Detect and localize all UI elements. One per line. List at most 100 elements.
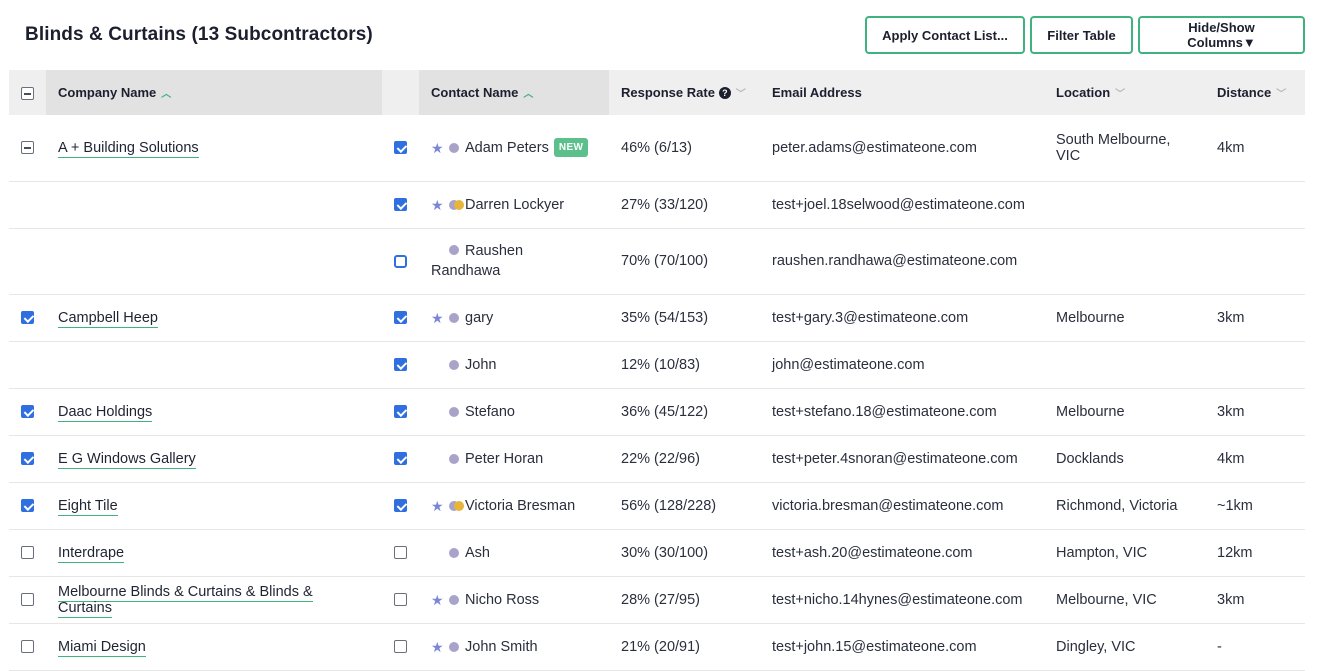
contact-select-cell [382, 388, 419, 436]
contact-checkbox[interactable] [394, 593, 407, 607]
company-name-cell: Eight Tile [46, 482, 382, 530]
contact-name-cell: ★ John Smith [431, 639, 597, 655]
company-select-cell [9, 576, 46, 624]
contact-name-cell: Stefano [431, 404, 597, 420]
contact-checkbox[interactable] [394, 405, 407, 419]
contact-name-cell: ★ Darren Lockyer [431, 197, 597, 213]
response-rate-cell: 27% (33/120) [609, 181, 760, 229]
column-header-label: Email Address [772, 85, 862, 100]
contact-name: Raushen [465, 243, 524, 259]
company-link[interactable]: Eight Tile [58, 497, 118, 516]
distance-cell [1205, 228, 1305, 295]
company-link[interactable]: Interdrape [58, 544, 125, 563]
contact-checkbox[interactable] [394, 452, 407, 466]
hide-show-columns-button[interactable]: Hide/Show Columns▼ [1138, 16, 1305, 54]
company-name-cell: Daac Holdings [46, 388, 382, 436]
column-header-label: Response Rate [621, 85, 715, 100]
company-select-cell [9, 294, 46, 342]
location-cell: Docklands [1044, 435, 1205, 483]
status-dot-icon [454, 500, 464, 511]
page-title: Blinds & Curtains (13 Subcontractors) [25, 24, 373, 45]
table-row: John 12% (10/83) john@estimateone.com [9, 341, 1305, 389]
star-icon: ★ [431, 497, 444, 514]
company-checkbox[interactable] [21, 499, 34, 513]
status-dot-icon [449, 641, 459, 652]
contact-select-cell [382, 294, 419, 342]
distance-cell [1205, 341, 1305, 389]
contact-checkbox[interactable] [394, 141, 407, 155]
column-header-location[interactable]: Location ﹀ [1044, 70, 1205, 115]
column-header-distance[interactable]: Distance ﹀ [1205, 70, 1305, 115]
company-link[interactable]: Campbell Heep [58, 309, 158, 328]
location-cell [1044, 341, 1205, 389]
email-cell: test+joel.18selwood@estimateone.com [760, 181, 1044, 229]
company-checkbox[interactable] [21, 141, 34, 155]
toolbar: Apply Contact List... Filter Table Hide/… [865, 16, 1305, 54]
contact-checkbox[interactable] [394, 254, 407, 268]
contact-name: Nicho Ross [465, 591, 540, 608]
company-name-cell: E G Windows Gallery [46, 435, 382, 483]
contact-checkbox[interactable] [394, 546, 407, 560]
contact-name: Peter Horan [465, 450, 544, 467]
contact-checkbox[interactable] [394, 358, 407, 372]
company-checkbox[interactable] [21, 452, 34, 466]
distance-cell [1205, 181, 1305, 229]
table-row: Melbourne Blinds & Curtains & Blinds & C… [9, 576, 1305, 624]
contact-checkbox[interactable] [394, 640, 407, 654]
email-cell: john@estimateone.com [760, 341, 1044, 389]
contact-name-cell: Peter Horan [431, 451, 597, 467]
contact-checkbox[interactable] [394, 198, 407, 212]
contact-name: John [465, 356, 497, 373]
select-all-checkbox[interactable] [21, 87, 34, 101]
column-header-response-rate[interactable]: Response Rate? ﹀ [609, 70, 760, 115]
status-dot-icon [449, 406, 459, 417]
company-checkbox[interactable] [21, 311, 34, 325]
filter-table-button[interactable]: Filter Table [1030, 16, 1133, 54]
company-select-cell [9, 341, 46, 389]
column-header-label: Company Name [58, 85, 157, 100]
company-link[interactable]: Daac Holdings [58, 403, 153, 422]
help-icon[interactable]: ? [718, 87, 731, 99]
response-rate-cell: 56% (128/228) [609, 482, 760, 530]
company-select-cell [9, 115, 46, 182]
contact-select-header [382, 70, 419, 115]
sort-icon: ﹀ [1115, 89, 1126, 100]
contact-name: gary [465, 309, 494, 326]
contact-checkbox[interactable] [394, 499, 407, 513]
company-link[interactable]: Miami Design [58, 638, 146, 657]
column-header-company[interactable]: Company Name ︿ [46, 70, 382, 115]
contact-checkbox[interactable] [394, 311, 407, 325]
company-checkbox[interactable] [21, 405, 34, 419]
status-dot-icon [449, 359, 459, 370]
apply-contact-list-button[interactable]: Apply Contact List... [865, 16, 1025, 54]
column-header-label: Location [1056, 85, 1111, 100]
response-rate-cell: 12% (10/83) [609, 341, 760, 389]
contact-select-cell [382, 228, 419, 295]
contact-name: Adam Peters [465, 139, 549, 156]
column-header-contact[interactable]: Contact Name ︿ [419, 70, 609, 115]
company-select-cell [9, 623, 46, 671]
new-badge: NEW [553, 138, 589, 158]
company-checkbox[interactable] [21, 640, 34, 654]
company-name-cell [46, 341, 382, 389]
company-checkbox[interactable] [21, 593, 34, 607]
company-link[interactable]: Melbourne Blinds & Curtains & Blinds & C… [58, 583, 313, 618]
sort-icon: ﹀ [735, 89, 746, 100]
column-header-label: Distance [1217, 85, 1272, 100]
email-cell: victoria.bresman@estimateone.com [760, 482, 1044, 530]
email-cell: test+john.15@estimateone.com [760, 623, 1044, 671]
company-link[interactable]: E G Windows Gallery [58, 450, 196, 469]
distance-cell: 3km [1205, 576, 1305, 624]
location-cell: South Melbourne, VIC [1044, 115, 1205, 182]
table-row: Raushen Randhawa 70% (70/100) raushen.ra… [9, 228, 1305, 295]
email-cell: test+stefano.18@estimateone.com [760, 388, 1044, 436]
company-name-cell: A + Building Solutions [46, 115, 382, 182]
response-rate-cell: 35% (54/153) [609, 294, 760, 342]
company-link[interactable]: A + Building Solutions [58, 139, 199, 158]
table-row: Eight Tile ★ Victoria Bresman 56% (128/22… [9, 482, 1305, 530]
company-checkbox[interactable] [21, 546, 34, 560]
star-icon: ★ [431, 591, 444, 608]
status-dot-icon [449, 142, 459, 153]
company-name-cell: Melbourne Blinds & Curtains & Blinds & C… [46, 576, 382, 624]
contact-select-cell [382, 115, 419, 182]
